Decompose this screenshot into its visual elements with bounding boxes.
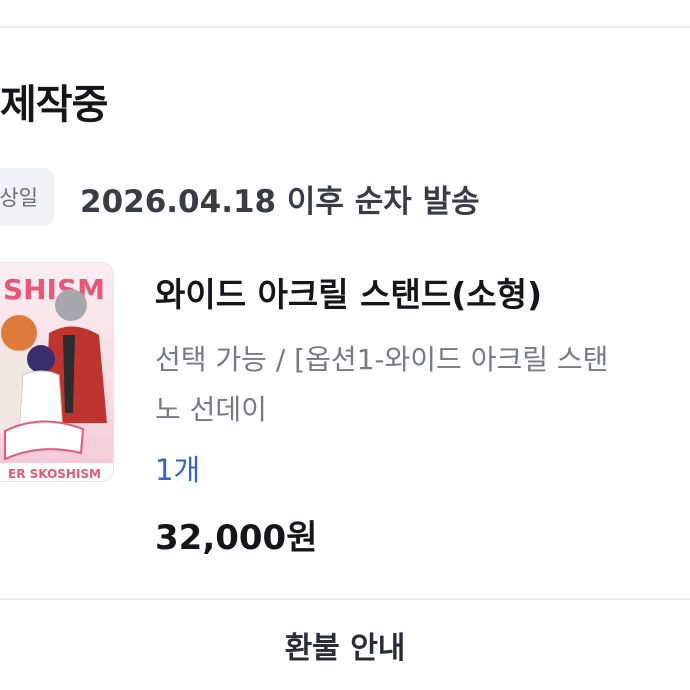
shipping-badge: 상일: [0, 168, 54, 226]
product-quantity: 1개: [155, 453, 201, 487]
product-title[interactable]: 와이드 아크릴 스탠드(소형): [155, 268, 542, 316]
thumbnail-logo-top: SHISM: [3, 273, 105, 306]
shipping-date-text: 2026.04.18 이후 순차 발송: [80, 184, 480, 220]
refund-info-label: 환불 안내: [284, 631, 406, 666]
shipping-badge-label: 상일: [0, 186, 38, 210]
order-status-title: 제작중: [0, 82, 108, 128]
thumbnail-logo-bottom: ER SKOSHISM: [8, 467, 101, 481]
product-thumbnail-image: SHISM ER SKOSHISM: [0, 263, 113, 481]
refund-info-button[interactable]: 환불 안내: [0, 600, 690, 690]
product-option-line2: 노 선데이: [155, 393, 267, 426]
top-divider: [0, 26, 690, 28]
product-thumbnail[interactable]: SHISM ER SKOSHISM: [0, 262, 114, 482]
product-option-line1: 선택 가능 / [옵션1-와이드 아크릴 스탠: [155, 343, 609, 376]
product-price: 32,000원: [155, 518, 318, 558]
